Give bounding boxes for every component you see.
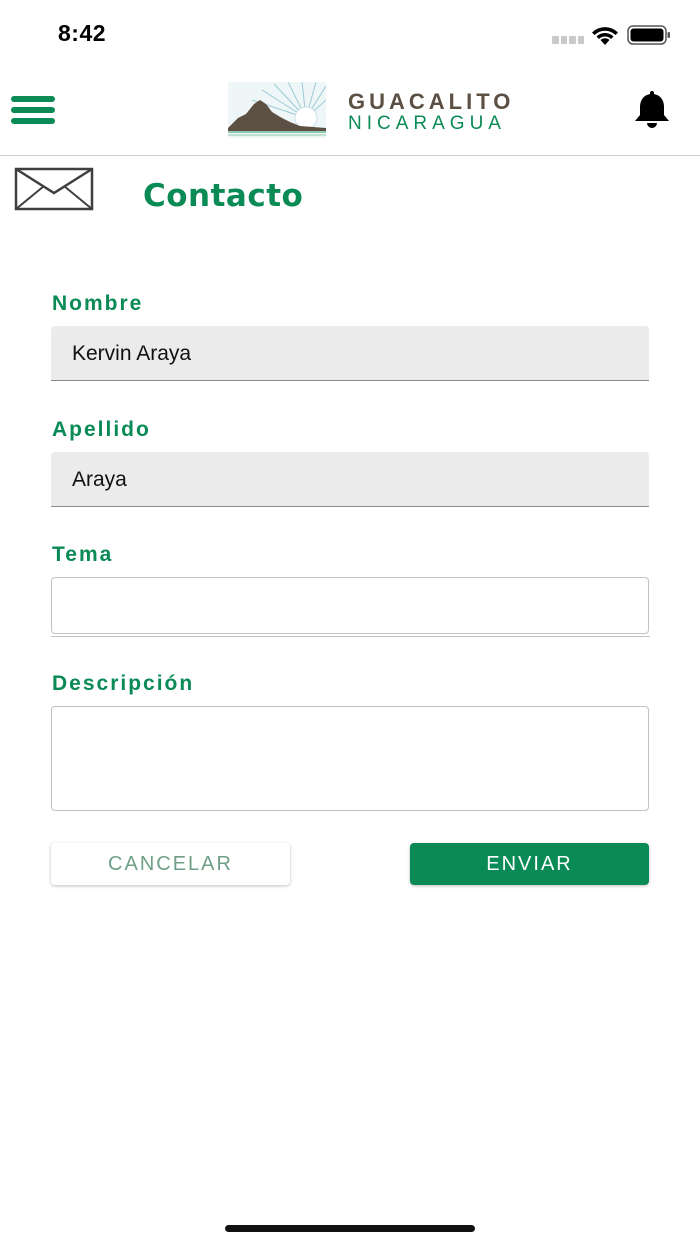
- signal-icon: [552, 36, 584, 44]
- apellido-label: Apellido: [52, 418, 151, 441]
- app-header: GUACALITO NICARAGUA: [0, 72, 700, 156]
- hamburger-menu-icon[interactable]: [11, 94, 57, 128]
- nombre-label: Nombre: [52, 292, 144, 315]
- logo-line-2: NICARAGUA: [348, 113, 506, 134]
- status-time: 8:42: [58, 20, 107, 46]
- envelope-icon: [14, 167, 94, 211]
- volcano-logo-icon: [228, 82, 326, 138]
- wifi-icon: [592, 27, 618, 45]
- page-title-row: Contacto: [0, 160, 700, 240]
- battery-icon: [627, 25, 670, 45]
- guacalito-logo: GUACALITO NICARAGUA: [228, 82, 538, 140]
- nombre-field[interactable]: Kervin Araya: [51, 326, 649, 381]
- descripcion-label: Descripción: [52, 672, 195, 695]
- home-indicator: [225, 1225, 475, 1232]
- apellido-field[interactable]: Araya: [51, 452, 649, 507]
- status-bar: 8:42: [0, 0, 700, 70]
- descripcion-field[interactable]: [51, 706, 649, 811]
- page-title: Contacto: [143, 178, 304, 214]
- tema-label: Tema: [52, 543, 114, 566]
- bell-icon[interactable]: [630, 90, 674, 130]
- send-button[interactable]: ENVIAR: [410, 843, 649, 885]
- tema-field[interactable]: [50, 577, 650, 637]
- cancel-button[interactable]: CANCELAR: [51, 843, 290, 885]
- logo-line-1: GUACALITO: [348, 89, 515, 114]
